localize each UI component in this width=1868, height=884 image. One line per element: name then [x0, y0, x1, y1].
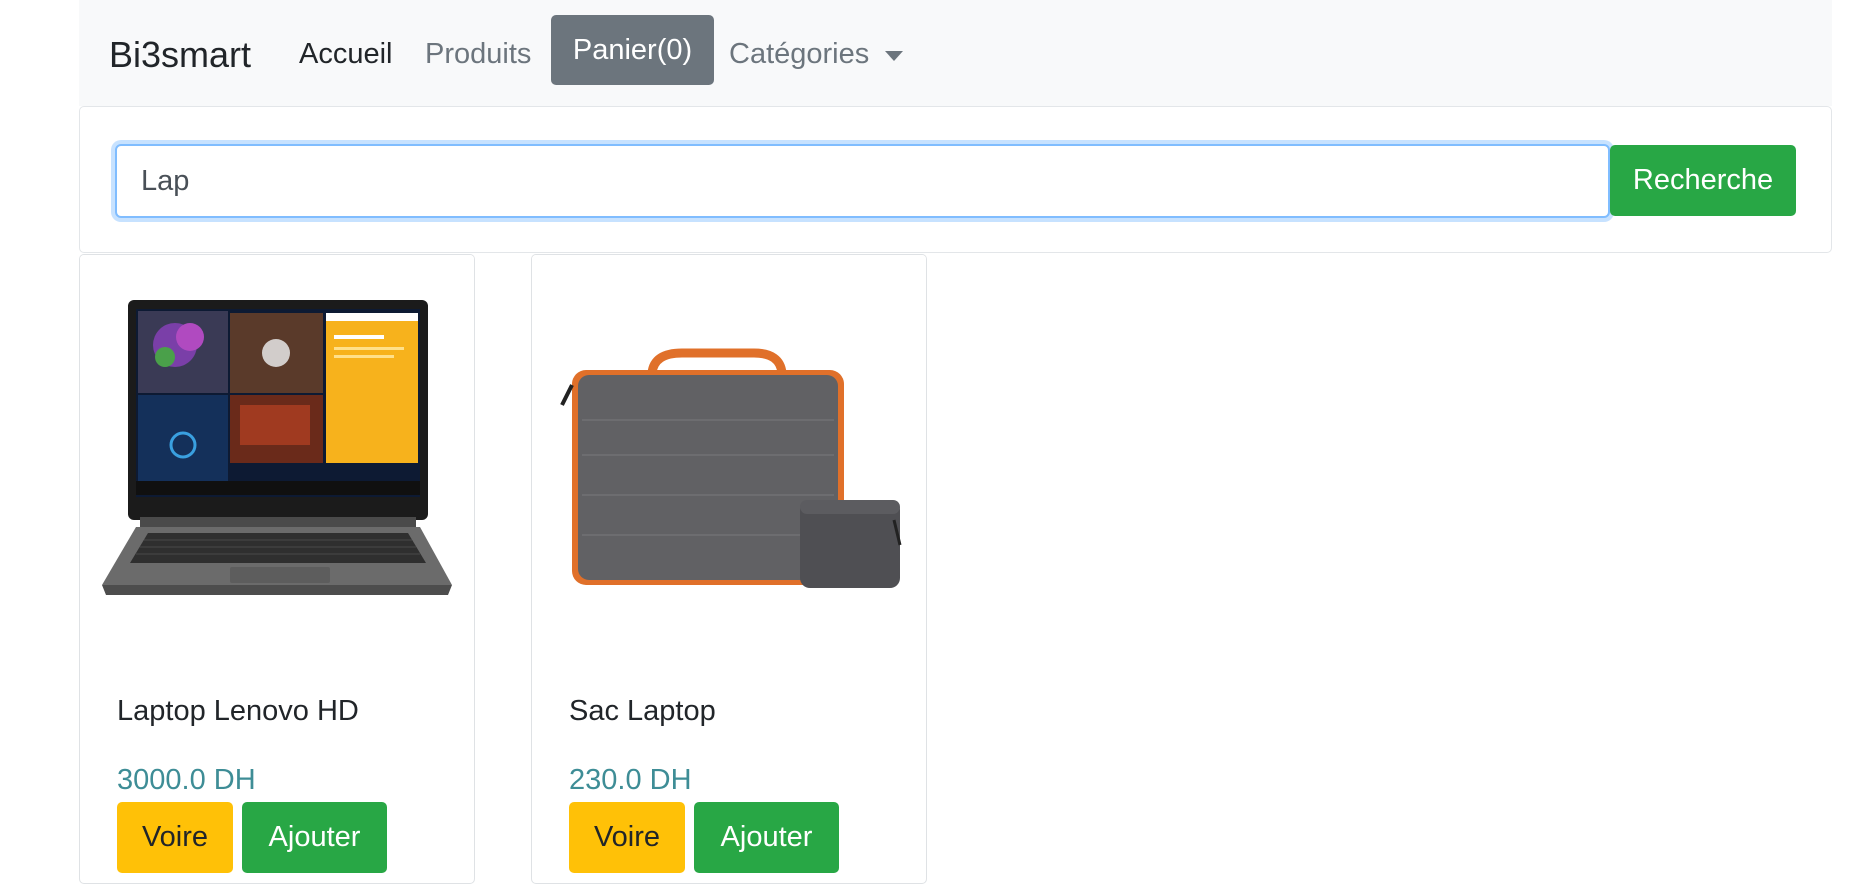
view-button[interactable]: Voire	[569, 802, 685, 873]
product-title[interactable]: Laptop Lenovo HD	[117, 695, 359, 728]
search-card: Recherche	[79, 106, 1832, 253]
categories-label: Catégories	[729, 38, 870, 70]
product-title[interactable]: Sac Laptop	[569, 695, 716, 728]
view-button[interactable]: Voire	[117, 802, 233, 873]
product-image-laptop-bag[interactable]	[532, 255, 926, 651]
add-to-cart-button[interactable]: Ajouter	[242, 802, 387, 873]
brand-logo-text[interactable]: Bi3smart	[109, 34, 251, 76]
product-price: 3000.0 DH	[117, 764, 256, 796]
cart-button[interactable]: Panier(0)	[551, 15, 714, 85]
product-image-laptop[interactable]	[80, 255, 474, 651]
add-to-cart-button[interactable]: Ajouter	[694, 802, 839, 873]
navbar: Bi3smart Accueil Produits Panier(0) Caté…	[79, 0, 1832, 106]
chevron-down-icon	[885, 50, 904, 61]
search-button[interactable]: Recherche	[1610, 145, 1796, 216]
search-input[interactable]	[115, 144, 1610, 218]
categories-dropdown[interactable]: Catégories	[729, 38, 904, 71]
nav-link-home[interactable]: Accueil	[299, 38, 393, 71]
nav-link-products[interactable]: Produits	[425, 38, 531, 71]
product-card: Sac Laptop 230.0 DH Voire Ajouter	[531, 254, 927, 884]
product-price: 230.0 DH	[569, 764, 692, 796]
product-card: Laptop Lenovo HD 3000.0 DH Voire Ajouter	[79, 254, 475, 884]
